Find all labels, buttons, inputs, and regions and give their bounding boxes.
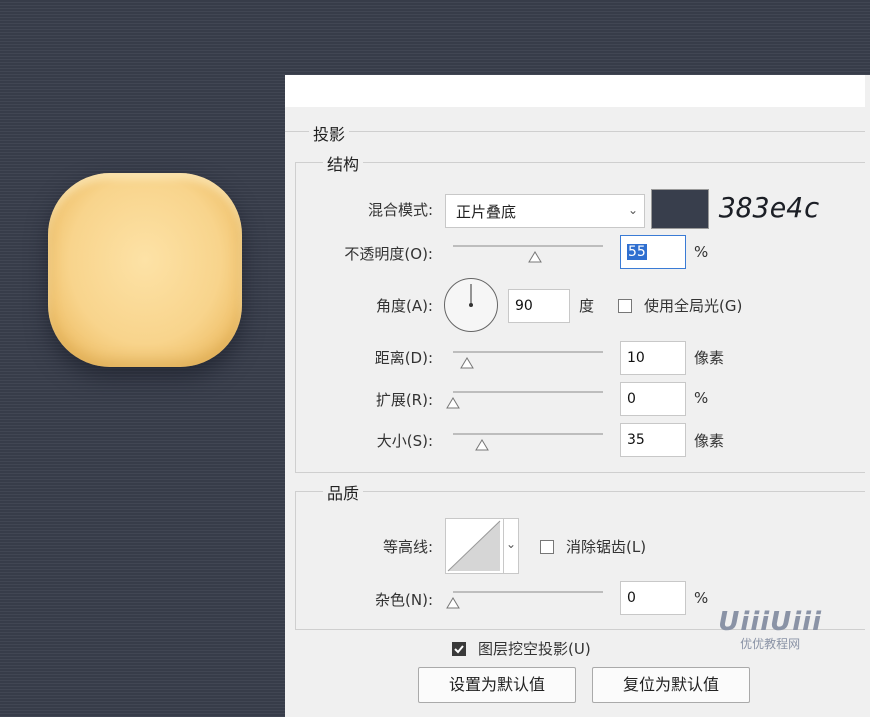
spread-unit: %: [694, 389, 709, 407]
knockout-label: 图层挖空投影(U): [478, 640, 591, 658]
structure-group-bottom: [295, 472, 865, 473]
chevron-down-icon: ⌄: [627, 203, 638, 217]
global-light-label: 使用全局光(G): [644, 297, 743, 315]
group-title-quality: 品质: [323, 480, 364, 504]
noise-unit: %: [694, 589, 709, 607]
quality-group-left: [295, 491, 296, 629]
section-title-drop-shadow: 投影: [309, 121, 350, 145]
angle-dial[interactable]: [444, 278, 498, 332]
reset-default-button[interactable]: 复位为默认值: [592, 667, 750, 703]
contour-label: 等高线:: [382, 538, 433, 556]
spread-slider-track[interactable]: [453, 391, 603, 393]
blend-mode-label: 混合模式:: [367, 201, 433, 219]
contour-picker-divider: [503, 519, 504, 573]
checkmark-icon: [454, 645, 464, 654]
structure-group-left: [295, 162, 296, 472]
opacity-input[interactable]: 55: [620, 235, 686, 269]
group-title-structure: 结构: [323, 151, 364, 175]
shadow-color-swatch[interactable]: [651, 189, 709, 229]
anti-alias-label: 消除锯齿(L): [566, 538, 647, 556]
distance-unit: 像素: [694, 349, 725, 367]
quality-group-top: [295, 491, 865, 492]
structure-group-top: [295, 162, 865, 163]
angle-label: 角度(A):: [375, 297, 433, 315]
spread-slider-thumb[interactable]: [446, 397, 460, 409]
size-input[interactable]: 35: [620, 423, 686, 457]
watermark-subtitle: 优优教程网: [740, 637, 801, 651]
global-light-checkbox[interactable]: [618, 299, 632, 313]
angle-input[interactable]: 90: [508, 289, 570, 323]
blend-mode-select[interactable]: 正片叠底 ⌄: [445, 194, 645, 228]
noise-slider-thumb[interactable]: [446, 597, 460, 609]
angle-dial-needle-icon: [469, 284, 473, 307]
knockout-checkbox[interactable]: [452, 642, 466, 656]
chevron-down-icon[interactable]: ⌄: [506, 537, 516, 551]
dialog-header-strip: [285, 75, 865, 107]
size-unit: 像素: [694, 432, 725, 450]
make-default-button[interactable]: 设置为默认值: [418, 667, 576, 703]
opacity-value: 55: [627, 244, 647, 260]
watermark: UiiiUiii 优优教程网: [718, 607, 822, 652]
opacity-label: 不透明度(O):: [344, 245, 433, 263]
distance-slider-thumb[interactable]: [460, 357, 474, 369]
opacity-unit: %: [694, 243, 709, 261]
color-hex-note: 383e4c: [719, 191, 821, 224]
size-slider-thumb[interactable]: [475, 439, 489, 451]
blend-mode-value: 正片叠底: [456, 203, 517, 221]
anti-alias-checkbox[interactable]: [540, 540, 554, 554]
watermark-logo: UiiiUiii: [718, 607, 822, 637]
angle-unit: 度: [579, 297, 595, 315]
distance-input[interactable]: 10: [620, 341, 686, 375]
spread-label: 扩展(R):: [375, 391, 433, 409]
size-label: 大小(S):: [376, 432, 433, 450]
distance-label: 距离(D):: [374, 349, 433, 367]
contour-linear-icon: [447, 520, 501, 572]
noise-input[interactable]: 0: [620, 581, 686, 615]
section-divider: [285, 131, 865, 132]
contour-picker[interactable]: ⌄: [445, 518, 519, 574]
size-slider-track[interactable]: [453, 433, 603, 435]
opacity-slider-track[interactable]: [453, 245, 603, 247]
noise-label: 杂色(N):: [375, 591, 433, 609]
noise-slider-track[interactable]: [453, 591, 603, 593]
rounded-square-preview: [48, 173, 242, 367]
opacity-slider-thumb[interactable]: [528, 251, 542, 263]
distance-slider-track[interactable]: [453, 351, 603, 353]
spread-input[interactable]: 0: [620, 382, 686, 416]
